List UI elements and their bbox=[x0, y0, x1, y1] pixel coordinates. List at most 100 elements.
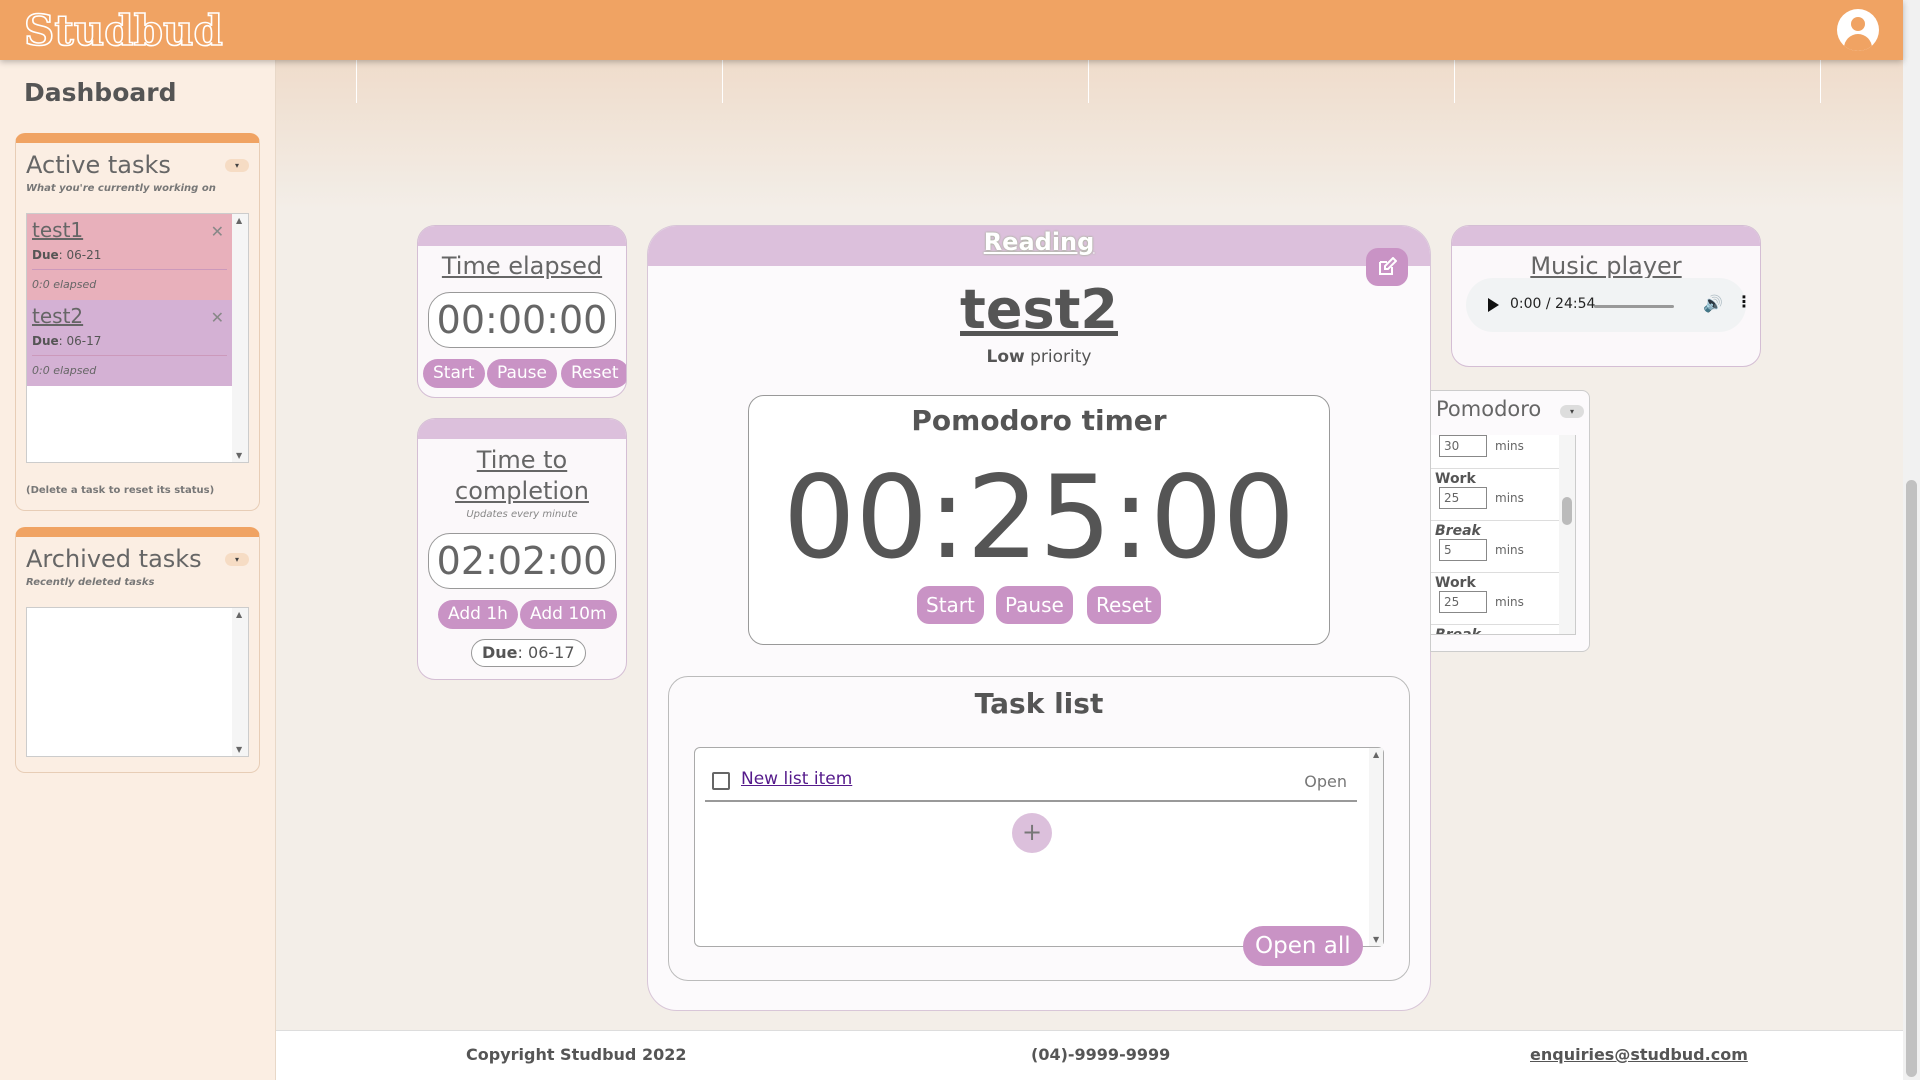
copyright-text: Copyright Studbud 2022 bbox=[466, 1045, 687, 1064]
item-checkbox[interactable] bbox=[712, 772, 730, 790]
pomodoro-settings-panel: Pomodoro ▾ 30 mins Work 25 mins Break 5 … bbox=[1430, 390, 1590, 652]
time-to-completion-display: 02:02:00 bbox=[428, 533, 616, 589]
task-list-panel: Task list New list item Open + ▲ ▼ Open a… bbox=[668, 676, 1410, 981]
play-icon[interactable] bbox=[1488, 298, 1499, 312]
interval-label: Break bbox=[1435, 523, 1481, 539]
archived-tasks-panel: Archived tasks ▾ Recently deleted tasks … bbox=[15, 527, 260, 773]
sidebar-title: Dashboard bbox=[24, 78, 177, 107]
task-name[interactable]: test1 bbox=[32, 218, 83, 242]
pomodoro-title: Pomodoro timer bbox=[911, 404, 1167, 437]
interval-row: Break 5 mins bbox=[1431, 521, 1559, 573]
interval-row: Work 25 mins bbox=[1431, 573, 1559, 625]
archived-tasks-subtitle: Recently deleted tasks bbox=[26, 577, 155, 588]
user-avatar-icon[interactable] bbox=[1837, 9, 1879, 51]
pomodoro-intervals-list[interactable]: 30 mins Work 25 mins Break 5 mins Work 2… bbox=[1431, 435, 1576, 635]
volume-icon[interactable]: 🔊 bbox=[1703, 294, 1723, 313]
interval-label: Work bbox=[1435, 575, 1476, 591]
open-all-button[interactable]: Open all bbox=[1243, 926, 1363, 966]
category-title[interactable]: Reading bbox=[648, 228, 1430, 256]
interval-input[interactable]: 25 bbox=[1439, 487, 1487, 509]
email-link[interactable]: enquiries@studbud.com bbox=[1530, 1045, 1748, 1064]
due-label: Due bbox=[482, 643, 518, 662]
chevron-down-icon[interactable]: ▾ bbox=[1560, 405, 1584, 418]
add-hour-button[interactable]: Add 1h bbox=[438, 600, 518, 629]
banner-divider bbox=[356, 60, 357, 103]
audio-seek-bar[interactable] bbox=[1594, 305, 1674, 308]
interval-input[interactable]: 25 bbox=[1439, 591, 1487, 613]
interval-unit: mins bbox=[1495, 595, 1524, 609]
more-options-icon[interactable]: ⋮ bbox=[1736, 292, 1752, 311]
pomodoro-pause-button[interactable]: Pause bbox=[996, 586, 1073, 624]
interval-input[interactable]: 5 bbox=[1439, 539, 1487, 561]
interval-input[interactable]: 30 bbox=[1439, 435, 1487, 457]
active-tasks-subtitle: What you're currently working on bbox=[26, 183, 216, 194]
list-scrollbar[interactable] bbox=[1559, 435, 1575, 634]
audio-player[interactable]: 0:00 / 24:54 🔊 ⋮ bbox=[1466, 278, 1752, 332]
list-scrollbar[interactable]: ▲ ▼ bbox=[1369, 748, 1383, 946]
interval-row: Work 25 mins bbox=[1431, 469, 1559, 521]
close-icon[interactable]: ✕ bbox=[211, 308, 224, 327]
task-name[interactable]: test2 bbox=[32, 304, 83, 328]
task-list[interactable]: New list item Open + ▲ ▼ bbox=[694, 747, 1384, 947]
chevron-down-icon[interactable]: ▾ bbox=[225, 159, 249, 172]
delete-note: (Delete a task to reset its status) bbox=[26, 485, 215, 496]
active-tasks-title: Active tasks bbox=[26, 151, 171, 179]
active-tasks-panel: Active tasks ▾ What you're currently wor… bbox=[15, 133, 260, 511]
music-player-title: Music player bbox=[1530, 252, 1682, 280]
active-tasks-list[interactable]: test1 ✕ Due: 06-21 0:0 elapsed test2 ✕ D… bbox=[26, 213, 249, 463]
banner-divider bbox=[1820, 60, 1821, 103]
time-elapsed-title: Time elapsed bbox=[441, 252, 603, 280]
list-scrollbar[interactable]: ▲ ▼ bbox=[232, 608, 248, 756]
due-value: : 06-21 bbox=[58, 248, 102, 262]
sidebar: Dashboard Active tasks ▾ What you're cur… bbox=[0, 60, 276, 1080]
add-ten-minutes-button[interactable]: Add 10m bbox=[520, 600, 617, 629]
music-player-card: Music player 0:00 / 24:54 🔊 ⋮ bbox=[1451, 225, 1761, 367]
elapsed-reset-button[interactable]: Reset bbox=[561, 359, 626, 388]
list-scrollbar[interactable]: ▲ ▼ bbox=[232, 214, 248, 462]
pomodoro-reset-button[interactable]: Reset bbox=[1087, 586, 1161, 624]
page-scrollbar[interactable] bbox=[1903, 0, 1920, 1080]
elapsed-pause-button[interactable]: Pause bbox=[487, 359, 557, 388]
chevron-down-icon[interactable]: ▾ bbox=[225, 553, 249, 566]
priority-word: priority bbox=[1030, 347, 1092, 367]
task-due: Due: 06-17 bbox=[32, 334, 101, 348]
app-header: Studbud bbox=[0, 0, 1903, 60]
item-status[interactable]: Open bbox=[1304, 772, 1347, 791]
time-elapsed-display: 00:00:00 bbox=[428, 292, 616, 348]
interval-unit: mins bbox=[1495, 491, 1524, 505]
add-item-button[interactable]: + bbox=[1012, 813, 1052, 853]
pomodoro-start-button[interactable]: Start bbox=[917, 586, 984, 624]
banner-divider bbox=[1088, 60, 1089, 103]
due-label: Due bbox=[32, 248, 59, 262]
archived-tasks-list[interactable]: ▲ ▼ bbox=[26, 607, 249, 757]
due-value: : 06-17 bbox=[517, 643, 575, 662]
elapsed-start-button[interactable]: Start bbox=[423, 359, 485, 388]
update-note: Updates every minute bbox=[466, 509, 578, 520]
time-to-completion-card: Time to completion Updates every minute … bbox=[417, 418, 627, 680]
list-item[interactable]: New list item Open bbox=[705, 758, 1357, 802]
studbud-logo[interactable]: Studbud bbox=[23, 5, 224, 56]
task-due: Due: 06-21 bbox=[32, 248, 101, 262]
focus-card: Reading test2 Low priority Pomodoro time… bbox=[647, 225, 1431, 1011]
task-elapsed: 0:0 elapsed bbox=[32, 278, 97, 291]
interval-label: Break bbox=[1435, 627, 1481, 635]
current-task-title[interactable]: test2 bbox=[648, 278, 1430, 341]
active-task-card[interactable]: test1 ✕ Due: 06-21 0:0 elapsed bbox=[27, 214, 232, 300]
pomodoro-timer: Pomodoro timer 00:25:00 Start Pause Rese… bbox=[748, 395, 1330, 645]
top-banner bbox=[276, 60, 1903, 210]
interval-unit: mins bbox=[1495, 439, 1524, 453]
due-label: Due bbox=[32, 334, 59, 348]
audio-time: 0:00 / 24:54 bbox=[1510, 296, 1596, 312]
archived-tasks-title: Archived tasks bbox=[26, 545, 202, 573]
active-task-card[interactable]: test2 ✕ Due: 06-17 0:0 elapsed bbox=[27, 300, 232, 386]
due-value: : 06-17 bbox=[58, 334, 102, 348]
due-date-badge: Due: 06-17 bbox=[471, 639, 586, 667]
banner-divider bbox=[722, 60, 723, 103]
close-icon[interactable]: ✕ bbox=[211, 222, 224, 241]
interval-row: Break bbox=[1431, 625, 1559, 635]
pomodoro-display: 00:25:00 bbox=[783, 451, 1295, 584]
page-scrollbar-thumb[interactable] bbox=[1906, 480, 1917, 1077]
priority-level: Low bbox=[986, 347, 1025, 367]
interval-label: Work bbox=[1435, 471, 1476, 487]
item-link[interactable]: New list item bbox=[741, 769, 852, 789]
